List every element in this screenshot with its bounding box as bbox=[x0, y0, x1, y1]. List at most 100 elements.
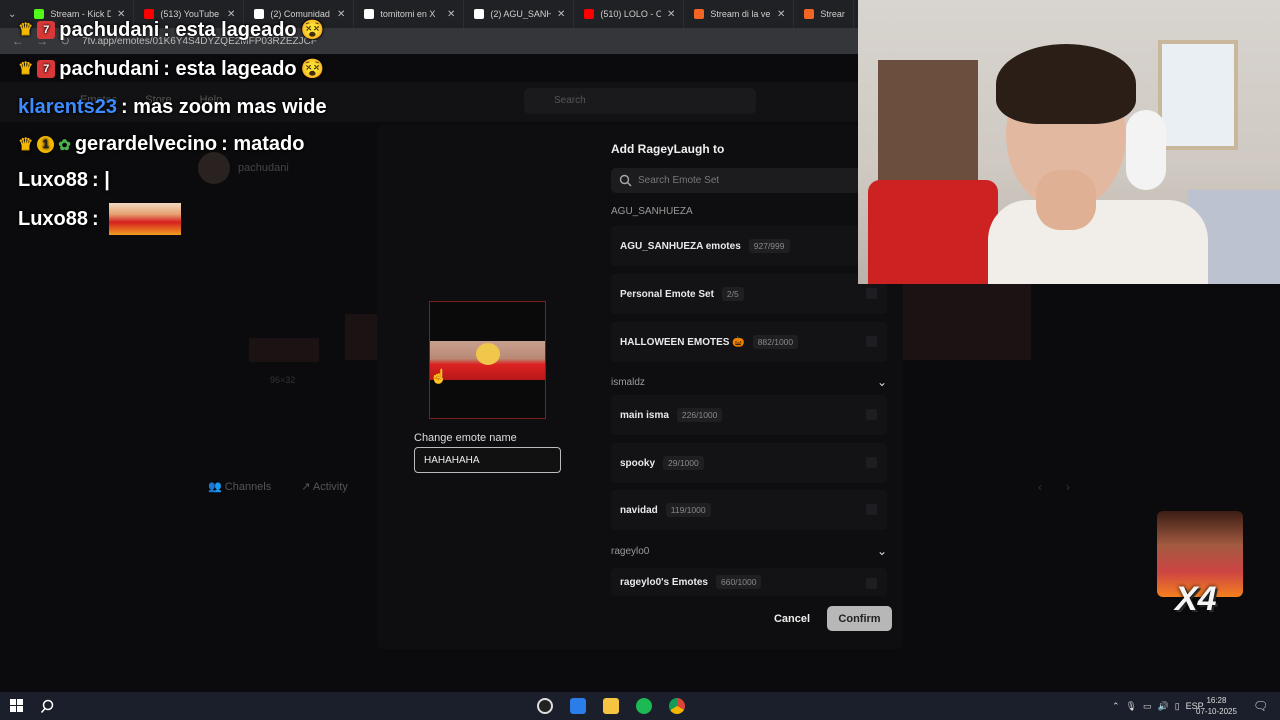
site-search-placeholder: Search bbox=[554, 95, 586, 106]
file-explorer-icon[interactable] bbox=[603, 698, 619, 714]
tab-close-icon[interactable]: ✕ bbox=[337, 9, 345, 20]
webcam-feed bbox=[858, 0, 1280, 284]
notifications-icon[interactable]: 🗨 bbox=[1253, 699, 1268, 713]
emote-owner[interactable]: pachudani bbox=[198, 152, 289, 184]
tab-close-icon[interactable]: ✕ bbox=[667, 9, 675, 20]
browser-tab[interactable]: tomitomi en X ✕ bbox=[354, 0, 465, 28]
pager-next-icon[interactable]: › bbox=[1066, 480, 1070, 494]
emote-set-row[interactable]: rageylo0's Emotes 660/1000 bbox=[611, 568, 887, 596]
webcam-person-hair bbox=[996, 44, 1136, 124]
microphone-icon[interactable]: 🎙 bbox=[1126, 701, 1137, 712]
pager-prev-icon[interactable]: ‹ bbox=[1038, 480, 1042, 494]
site-search-input[interactable]: Search bbox=[524, 88, 756, 114]
chevron-down-icon[interactable]: ⌄ bbox=[877, 544, 887, 558]
set-checkbox[interactable] bbox=[866, 457, 877, 468]
emote-size-label: 96×32 bbox=[270, 375, 296, 385]
confirm-button[interactable]: Confirm bbox=[827, 606, 892, 631]
emote-set-search[interactable] bbox=[611, 168, 861, 193]
network-icon[interactable]: ▭ bbox=[1143, 701, 1152, 712]
emote-set-row[interactable]: AGU_SANHUEZA emotes 927/999 bbox=[611, 226, 887, 266]
set-count-badge: 119/1000 bbox=[665, 503, 711, 517]
emote-preview-small bbox=[249, 338, 319, 362]
set-count-badge: 882/1000 bbox=[752, 335, 799, 349]
set-name: spooky bbox=[620, 457, 656, 469]
tab-label: (510) LOLO - OTR bbox=[600, 9, 661, 19]
chrome-icon[interactable] bbox=[669, 698, 685, 714]
emote-set-row[interactable]: HALLOWEEN EMOTES 🎃 882/1000 bbox=[611, 322, 887, 362]
crown-badge-icon: ♛ bbox=[18, 134, 34, 154]
battery-icon[interactable]: ▯ bbox=[1175, 701, 1180, 712]
chat-message: ♛ 1 ✿ gerardelvecino: matado bbox=[18, 133, 304, 156]
tab-activity[interactable]: ↗ Activity bbox=[301, 480, 348, 493]
obs-icon[interactable] bbox=[537, 698, 553, 714]
emote-set-row[interactable]: main isma 226/1000 bbox=[611, 395, 887, 435]
chevron-down-icon[interactable]: ⌄ bbox=[877, 375, 887, 389]
group-owner: ismaldz bbox=[611, 376, 645, 388]
windows-start-icon[interactable] bbox=[10, 699, 23, 712]
rename-label: Change emote name bbox=[414, 432, 517, 444]
emote-set-search-input[interactable] bbox=[638, 175, 838, 186]
tray-chevron-icon[interactable]: ⌃ bbox=[1112, 701, 1120, 712]
search-icon bbox=[619, 174, 632, 187]
chat-text: : | bbox=[92, 169, 110, 191]
chat-message: ♛ 7 pachudani: esta lageado 😵 bbox=[18, 57, 324, 81]
browser-tab[interactable]: (2) AGU_SANHUE ✕ bbox=[464, 0, 575, 28]
webcam-headset bbox=[1126, 110, 1166, 190]
emote-set-row[interactable]: navidad 119/1000 bbox=[611, 490, 887, 530]
multiplier-label: X4 bbox=[1175, 580, 1217, 618]
emote-set-row[interactable]: spooky 29/1000 bbox=[611, 443, 887, 483]
set-name: AGU_SANHUEZA emotes bbox=[620, 240, 741, 252]
chat-message: Luxo88: bbox=[18, 203, 181, 235]
tab-label: tomitomi en X bbox=[380, 9, 436, 19]
set-checkbox[interactable] bbox=[866, 336, 877, 347]
chat-username: Luxo88 bbox=[18, 207, 89, 230]
group-owner: AGU_SANHUEZA bbox=[611, 206, 693, 217]
avatar bbox=[198, 152, 230, 184]
emote-set-row[interactable]: Personal Emote Set 2/5 bbox=[611, 274, 887, 314]
tab-close-icon[interactable]: ✕ bbox=[557, 9, 565, 20]
tab-label: (2) AGU_SANHUE bbox=[490, 9, 551, 19]
tab-close-icon[interactable]: ✕ bbox=[447, 9, 455, 20]
store-icon[interactable] bbox=[570, 698, 586, 714]
crown-badge-icon: ♛ bbox=[18, 20, 34, 39]
browser-tab[interactable]: Stream di la verda ✕ bbox=[684, 0, 795, 28]
group-header-ismaldz[interactable]: ismaldz ⌄ bbox=[611, 375, 887, 389]
chat-message: Luxo88: | bbox=[18, 169, 110, 192]
webcam-window bbox=[1158, 40, 1238, 150]
chat-username: gerardelvecino bbox=[74, 133, 218, 155]
set-checkbox[interactable] bbox=[866, 288, 877, 299]
cancel-button[interactable]: Cancel bbox=[768, 607, 816, 631]
spotify-icon[interactable] bbox=[636, 698, 652, 714]
set-checkbox[interactable] bbox=[866, 578, 877, 589]
set-count-badge: 226/1000 bbox=[676, 408, 723, 422]
browser-tab[interactable]: (510) LOLO - OTR ✕ bbox=[574, 0, 685, 28]
chat-text: : matado bbox=[221, 133, 305, 155]
clock-date: 07-10-2025 bbox=[1196, 707, 1237, 716]
emote-preview-medium bbox=[345, 314, 377, 360]
site-tabs: 👥 Channels ↗ Activity bbox=[208, 480, 348, 493]
set-checkbox[interactable] bbox=[866, 409, 877, 420]
tab-favicon-icon bbox=[474, 9, 485, 19]
group-header-agu: AGU_SANHUEZA bbox=[611, 206, 887, 217]
set-count-badge: 2/5 bbox=[721, 287, 744, 301]
tab-favicon-icon bbox=[804, 9, 815, 19]
taskbar-search-icon[interactable] bbox=[40, 699, 55, 714]
tab-channels[interactable]: 👥 Channels bbox=[208, 480, 271, 493]
chat-text: : esta lageado bbox=[163, 57, 297, 80]
tab-close-icon[interactable]: ✕ bbox=[777, 9, 785, 20]
emote-name-input[interactable] bbox=[414, 447, 561, 473]
volume-icon[interactable]: 🔊 bbox=[1158, 701, 1169, 712]
emote-face-icon: 😵 bbox=[300, 59, 325, 80]
browser-tab[interactable]: Stream Al bbox=[794, 0, 855, 28]
modal-title: Add RageyLaugh to bbox=[611, 142, 725, 156]
set-count-badge: 927/999 bbox=[748, 239, 790, 253]
chat-username: pachudani bbox=[59, 18, 160, 41]
chat-message: klarents23: mas zoom mas wide bbox=[18, 96, 327, 119]
group-header-rageylo0[interactable]: rageylo0 ⌄ bbox=[611, 544, 887, 558]
clock[interactable]: 16:28 07-10-2025 bbox=[1196, 695, 1237, 717]
chat-text: : mas zoom mas wide bbox=[120, 96, 327, 118]
chat-text: : bbox=[92, 207, 99, 230]
emote-face-icon: 😵 bbox=[300, 20, 325, 41]
set-count-badge: 29/1000 bbox=[663, 456, 704, 470]
set-checkbox[interactable] bbox=[866, 504, 877, 515]
